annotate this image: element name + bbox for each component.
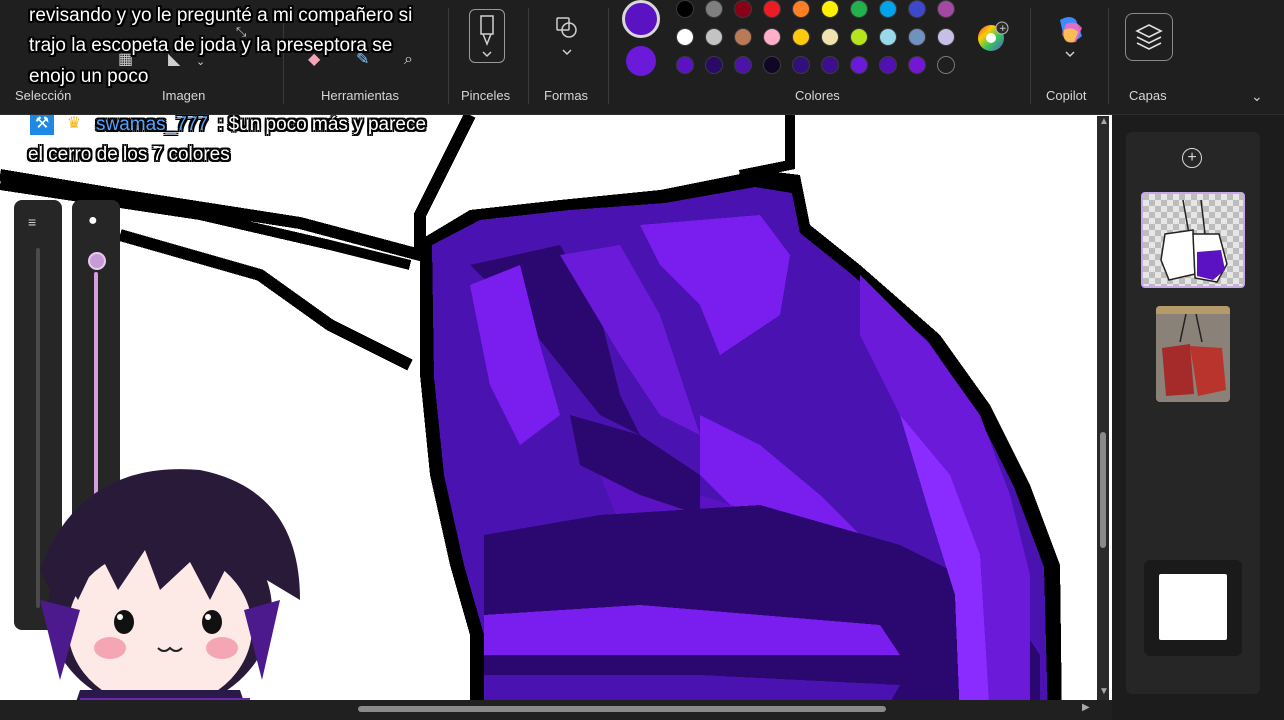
vertical-scrollbar[interactable]: ▲ ▼ [1097, 116, 1109, 700]
color-swatch[interactable] [676, 0, 694, 18]
layer-preview-red-gloves [1156, 306, 1230, 402]
stream-message-line-2: trajo la escopeta de joda y la preseptor… [29, 35, 393, 56]
color-swatch[interactable] [763, 56, 781, 74]
crown-badge-icon: ♛ [62, 115, 86, 135]
magnifier-icon[interactable]: ⌕ [404, 52, 413, 68]
color-swatch[interactable] [705, 28, 723, 46]
chat-username: swamas_777 [96, 115, 208, 135]
group-label-brushes: Pinceles [461, 88, 511, 103]
separator [528, 8, 529, 104]
color-swatch[interactable] [792, 0, 810, 18]
color-swatch[interactable] [850, 56, 868, 74]
drawing-canvas[interactable]: ⚒ ♛ swamas_777 : $un poco más y parece e… [0, 115, 1112, 720]
slider-thumb[interactable] [88, 252, 106, 270]
background-layer-preview [1159, 574, 1227, 640]
plus-circle-icon: + [1187, 149, 1197, 166]
chevron-down-icon[interactable]: ⌄ [1251, 88, 1263, 104]
scroll-right-icon[interactable]: ▶ [1082, 702, 1090, 713]
streamer-avatar [40, 469, 300, 720]
group-label-shapes: Formas [544, 88, 589, 103]
chat-message-2: el cerro de los 7 colores [28, 144, 230, 165]
separator [1030, 8, 1031, 104]
color-swatch[interactable] [821, 28, 839, 46]
color-swatch[interactable] [676, 56, 694, 74]
layers-icon [1135, 24, 1163, 50]
empty-color-slot[interactable] [937, 56, 955, 74]
color-swatch[interactable] [879, 56, 897, 74]
group-label-tools: Herramientas [321, 88, 400, 103]
group-label-colors: Colores [795, 88, 840, 103]
color-swatch[interactable] [908, 56, 926, 74]
background-layer-card[interactable] [1144, 560, 1242, 656]
color-swatch[interactable] [734, 28, 752, 46]
color-swatch[interactable] [763, 0, 781, 18]
copilot-icon[interactable] [1054, 14, 1088, 60]
edit-colors-icon[interactable]: + [976, 20, 1012, 56]
horizontal-scrollbar[interactable]: ▶ [0, 700, 1112, 720]
scrollbar-thumb[interactable] [358, 706, 886, 712]
add-layer-button[interactable]: + [1182, 148, 1202, 168]
opacity-icon: ● [88, 212, 98, 229]
moderator-badge-icon: ⚒ [30, 115, 54, 135]
stream-message-line-3: enojo un poco [29, 66, 149, 87]
scrollbar-thumb[interactable] [1100, 432, 1106, 548]
color-swatch[interactable] [850, 0, 868, 18]
layer-thumbnail[interactable] [1156, 306, 1230, 402]
chat-message-1: : $un poco más y parece [218, 115, 427, 135]
chat-badges: ⚒ ♛ [28, 115, 94, 137]
color-swatch[interactable] [821, 56, 839, 74]
svg-text:+: + [999, 24, 1007, 34]
group-label-layers: Capas [1129, 88, 1167, 103]
layers-button[interactable] [1125, 13, 1173, 61]
group-label-image: Imagen [162, 88, 206, 103]
secondary-color-swatch[interactable] [626, 46, 656, 76]
layer-thumbnail-selected[interactable] [1141, 192, 1245, 288]
stream-message-line-1: revisando y yo le pregunté a mi compañer… [29, 5, 413, 26]
color-swatch[interactable] [734, 0, 752, 18]
color-swatch[interactable] [705, 0, 723, 18]
paintbrush-icon [480, 15, 494, 58]
color-swatch[interactable] [821, 0, 839, 18]
color-swatch[interactable] [792, 56, 810, 74]
scroll-down-icon[interactable]: ▼ [1099, 686, 1109, 697]
size-icon: ≡ [28, 214, 37, 230]
brush-button[interactable] [469, 9, 505, 63]
separator [1108, 8, 1109, 104]
layer-preview-lineart [1143, 194, 1243, 286]
scroll-up-icon[interactable]: ▲ [1099, 116, 1109, 127]
shapes-icon[interactable] [553, 16, 583, 60]
color-swatch[interactable] [850, 28, 868, 46]
separator [608, 8, 609, 104]
color-swatch[interactable] [705, 56, 723, 74]
color-swatch[interactable] [908, 0, 926, 18]
group-label-copilot: Copilot [1046, 88, 1087, 103]
color-swatch[interactable] [676, 28, 694, 46]
color-swatch[interactable] [937, 28, 955, 46]
color-swatch[interactable] [734, 56, 752, 74]
color-swatch[interactable] [937, 0, 955, 18]
separator [448, 8, 449, 104]
primary-color-swatch[interactable] [622, 0, 660, 38]
color-swatch[interactable] [879, 28, 897, 46]
color-swatch[interactable] [908, 28, 926, 46]
color-swatch[interactable] [879, 0, 897, 18]
color-swatch[interactable] [792, 28, 810, 46]
color-swatch[interactable] [763, 28, 781, 46]
